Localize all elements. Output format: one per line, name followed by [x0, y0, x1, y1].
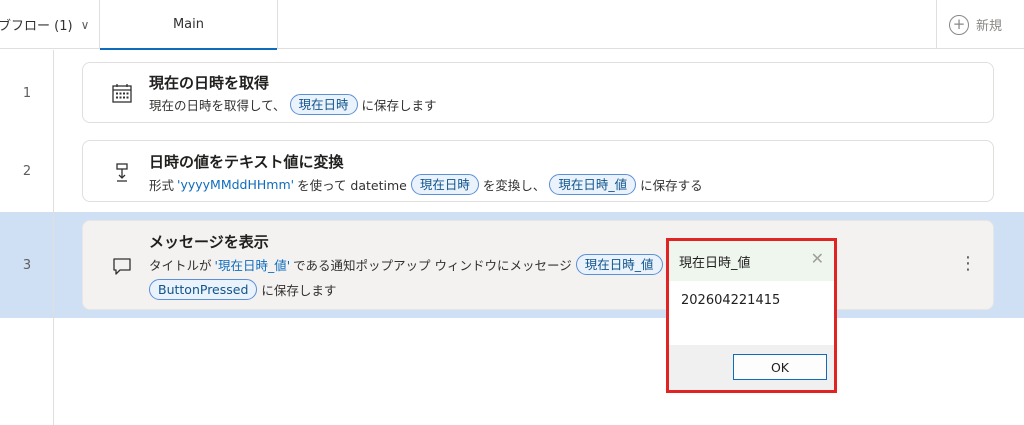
variable-chip[interactable]: ButtonPressed: [149, 279, 258, 300]
active-tab-indicator: [100, 48, 277, 50]
message-popup: 現在日時_値 ✕ 202604221415 OK: [666, 238, 837, 393]
row-number: 3: [22, 258, 32, 273]
action-description-line2: ButtonPressed に保存します: [149, 279, 336, 300]
line-number-gutter: [0, 50, 54, 425]
calendar-icon: [112, 84, 132, 103]
row-number: 1: [22, 86, 32, 101]
action-description: 現在の日時を取得して、 現在日時 に保存します: [149, 94, 437, 115]
new-subflow-label: 新規: [976, 19, 1003, 34]
desc-text: 現在の日時を取得して、: [149, 98, 286, 113]
desc-text: を変換し、: [482, 178, 546, 193]
popup-footer: OK: [669, 345, 834, 390]
desc-text: 形式: [149, 178, 175, 193]
plus-circle-icon: +: [949, 14, 969, 35]
convert-icon: [116, 163, 128, 182]
desc-text: タイトルが: [149, 258, 212, 273]
subflows-label: ブフロー (1): [0, 19, 73, 34]
flow-designer: ブフロー (1) ∨ Main + 新規 1 2 3 現在の日時を取得 現在の日…: [0, 0, 1024, 425]
more-options-icon[interactable]: ⋮: [959, 255, 977, 273]
action-card-display-message[interactable]: メッセージを表示 タイトルが '現在日時_値' である通知ポップアップ ウィンド…: [82, 220, 994, 310]
ok-button[interactable]: OK: [733, 354, 827, 380]
desc-text: に保存する: [640, 178, 703, 193]
chevron-down-icon: ∨: [80, 17, 90, 32]
action-title: メッセージを表示: [149, 233, 269, 251]
variable-chip[interactable]: 現在日時: [410, 174, 479, 195]
action-card-convert-datetime[interactable]: 日時の値をテキスト値に変換 形式 'yyyyMMddHHmm' を使って dat…: [82, 140, 994, 202]
tab-main-label: Main: [172, 17, 205, 32]
tab-main[interactable]: Main: [100, 0, 278, 50]
row-number: 2: [22, 164, 32, 179]
action-card-get-datetime[interactable]: 現在の日時を取得 現在の日時を取得して、 現在日時 に保存します: [82, 62, 994, 123]
close-icon[interactable]: ✕: [811, 251, 824, 267]
popup-title-bar: 現在日時_値: [669, 241, 834, 281]
title-string: '現在日時_値': [214, 258, 291, 273]
subflows-dropdown[interactable]: ブフロー (1) ∨: [0, 0, 100, 49]
tab-bar: ブフロー (1) ∨ Main + 新規: [0, 0, 1024, 50]
variable-chip[interactable]: 現在日時_値: [575, 254, 663, 275]
new-subflow-button[interactable]: + 新規: [936, 0, 1024, 49]
popup-body: 202604221415: [669, 281, 834, 345]
action-description: タイトルが '現在日時_値' である通知ポップアップ ウィンドウにメッセージ 現…: [149, 254, 667, 275]
popup-message: 202604221415: [681, 293, 781, 308]
desc-text: に保存します: [261, 283, 337, 298]
action-title: 現在の日時を取得: [149, 74, 270, 92]
action-title: 日時の値をテキスト値に変換: [149, 153, 344, 171]
variable-chip[interactable]: 現在日時_値: [549, 174, 637, 195]
format-string: 'yyyyMMddHHmm': [177, 177, 295, 192]
desc-text: を使って datetime: [297, 178, 407, 193]
action-description: 形式 'yyyyMMddHHmm' を使って datetime 現在日時 を変換…: [149, 174, 703, 195]
message-icon: [113, 258, 131, 275]
popup-title: 現在日時_値: [679, 255, 751, 271]
variable-chip[interactable]: 現在日時: [289, 94, 358, 115]
desc-text: に保存します: [361, 98, 437, 113]
desc-text: である通知ポップアップ ウィンドウにメッセージ: [293, 258, 572, 273]
